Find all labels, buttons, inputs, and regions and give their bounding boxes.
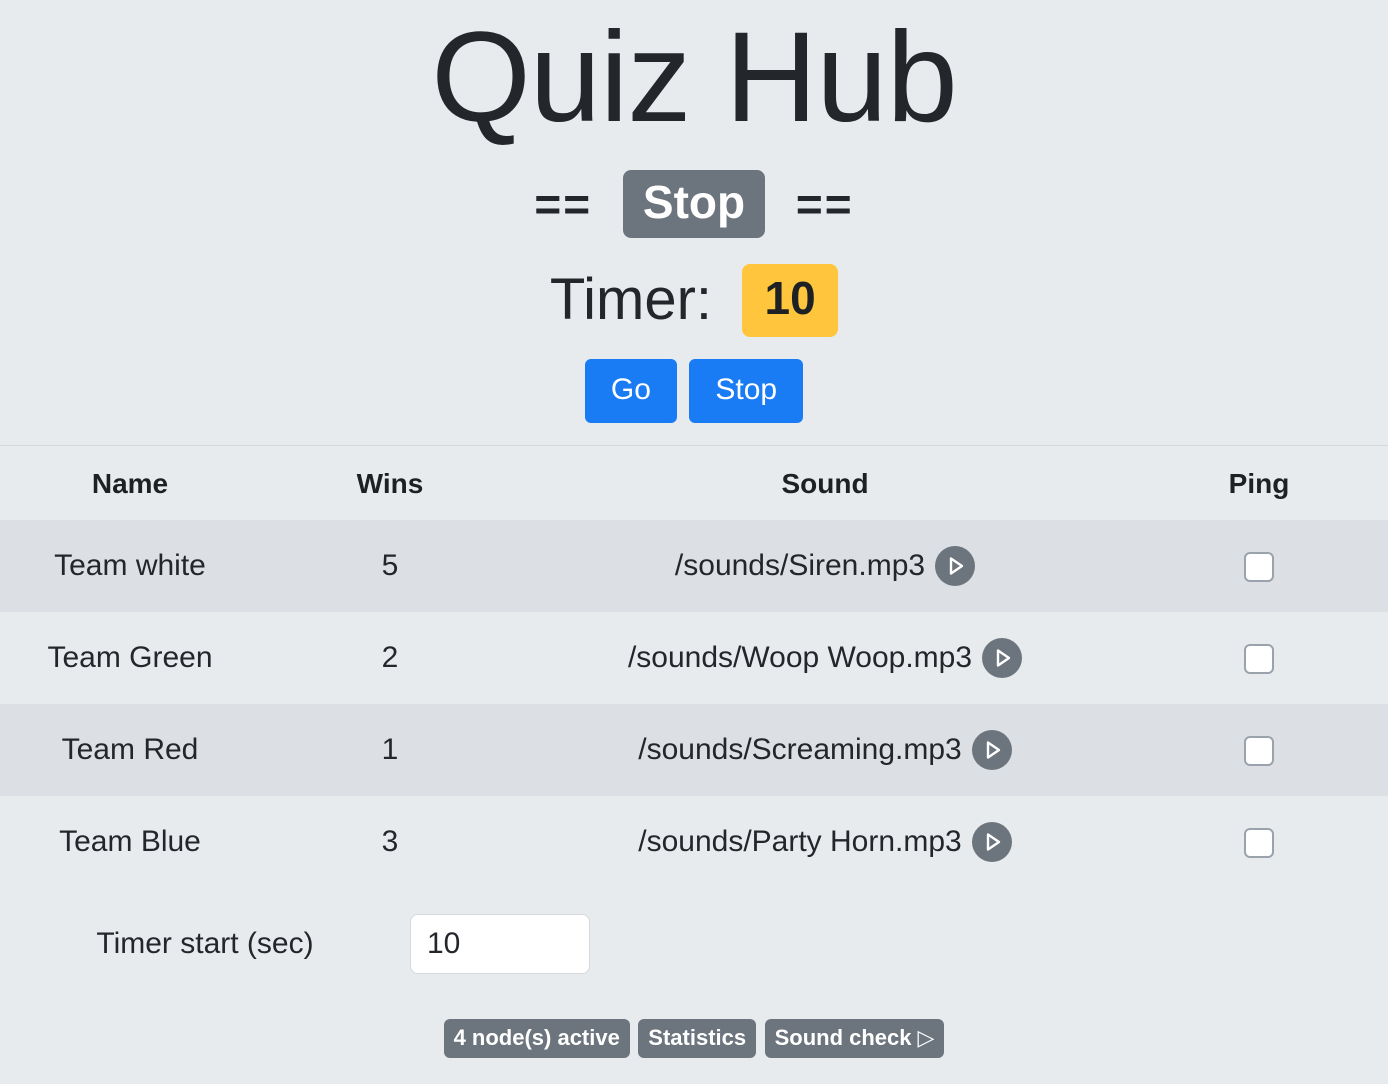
sound-path-label: /sounds/Woop Woop.mp3 [627, 640, 973, 674]
column-header-sound: Sound [781, 467, 869, 499]
cell-ping [1130, 520, 1388, 612]
leaderboard-table-wrapper: Name Wins Sound Ping Team white 5/sounds/… [0, 444, 1388, 888]
cell-sound: /sounds/Woop Woop.mp3 [520, 612, 1130, 704]
table-row: Team Blue 3/sounds/Party Horn.mp3 [0, 795, 1388, 888]
settings-row: Timer start (sec) [0, 913, 1388, 974]
cell-wins: 5 [381, 548, 399, 582]
table-row: Team Red 1/sounds/Screaming.mp3 [0, 703, 1388, 796]
ping-checkbox[interactable] [1244, 827, 1274, 858]
status-rule-left: == [534, 178, 593, 231]
cell-sound: /sounds/Siren.mp3 [520, 520, 1130, 612]
timer-value-badge: 10 [742, 264, 839, 337]
play-icon: ▷ [917, 1025, 935, 1050]
timer-label: Timer: [549, 267, 713, 333]
table-head: Name Wins Sound Ping [0, 446, 1388, 520]
ping-checkbox[interactable] [1244, 643, 1274, 674]
cell-team-name: Team Green [47, 640, 213, 674]
table-row: Team Green 2/sounds/Woop Woop.mp3 [0, 611, 1388, 704]
column-header-wins: Wins [356, 467, 424, 499]
ping-checkbox[interactable] [1244, 551, 1274, 582]
cell-sound: /sounds/Screaming.mp3 [520, 704, 1130, 796]
sound-path-label: /sounds/Siren.mp3 [674, 548, 926, 582]
cell-ping [1130, 612, 1388, 704]
status-line: == Stop == [0, 170, 1388, 239]
footer-bar: 4 node(s) active Statistics Sound check ▷ [0, 1019, 1388, 1058]
sound-check-label: Sound check [774, 1025, 912, 1050]
statistics-button[interactable]: Statistics [638, 1019, 757, 1058]
stop-button[interactable]: Stop [689, 358, 804, 423]
table-body: Team white 5/sounds/Siren.mp3 Team Green 2 /… [0, 519, 1388, 888]
page-title: Quiz Hub [431, 6, 958, 149]
cell-wins: 3 [381, 824, 399, 858]
table-header-row: Name Wins Sound Ping [0, 446, 1388, 520]
cell-wins: 2 [381, 640, 399, 674]
sound-path-label: /sounds/Party Horn.mp3 [638, 824, 962, 858]
play-icon[interactable] [971, 729, 1012, 770]
play-icon[interactable] [982, 637, 1023, 678]
go-button[interactable]: Go [584, 358, 677, 423]
table-row: Team white 5/sounds/Siren.mp3 [0, 519, 1388, 612]
cell-wins: 1 [381, 732, 399, 766]
cell-ping [1130, 704, 1388, 796]
cell-team-name: Team Blue [59, 824, 201, 858]
play-icon[interactable] [971, 821, 1012, 862]
column-header-ping: Ping [1228, 467, 1290, 499]
cell-ping [1130, 796, 1388, 888]
leaderboard-table: Name Wins Sound Ping Team white 5/sounds/… [0, 446, 1388, 888]
cell-sound: /sounds/Party Horn.mp3 [520, 796, 1130, 888]
cell-team-name: Team white [54, 548, 206, 582]
nodes-active-badge[interactable]: 4 node(s) active [443, 1019, 630, 1058]
status-badge: Stop [622, 170, 766, 239]
play-icon[interactable] [935, 545, 976, 586]
ping-checkbox[interactable] [1244, 735, 1274, 766]
column-header-name: Name [91, 467, 169, 499]
quiz-hub-page: Quiz Hub == Stop == Timer: 10 Go Stop Na… [0, 0, 1388, 1084]
timer-start-label: Timer start (sec) [96, 926, 314, 960]
cell-team-name: Team Red [61, 732, 199, 766]
sound-check-button[interactable]: Sound check ▷ [764, 1019, 945, 1058]
timer-controls: Go Stop [0, 358, 1388, 423]
timer-display: Timer: 10 [0, 264, 1388, 337]
sound-path-label: /sounds/Screaming.mp3 [638, 732, 962, 766]
timer-start-input[interactable] [410, 913, 590, 974]
status-rule-right: == [795, 178, 854, 231]
